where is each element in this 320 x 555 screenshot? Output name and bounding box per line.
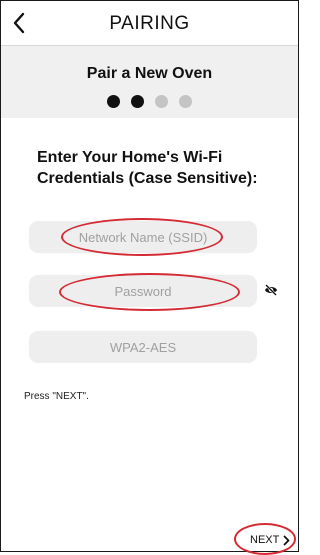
app-screen: PAIRING Pair a New Oven Enter Your Home'… — [0, 0, 299, 555]
step-title: Pair a New Oven — [86, 65, 213, 82]
page-title: PAIRING — [109, 13, 190, 34]
step-indicator — [1, 95, 298, 109]
progress-section: Pair a New Oven — [1, 46, 298, 118]
password-field[interactable] — [29, 275, 257, 307]
step-dot-upcoming — [179, 95, 192, 108]
ssid-input[interactable] — [29, 228, 257, 246]
hint-text: Press "NEXT". — [24, 391, 89, 402]
instructions-text: Enter Your Home's Wi-Fi Credentials (Cas… — [37, 149, 258, 187]
step-dot-current — [131, 95, 144, 108]
next-label: NEXT — [250, 534, 280, 546]
step-dot-complete — [107, 95, 120, 108]
eye-off-icon — [265, 284, 277, 296]
password-input[interactable] — [29, 282, 257, 300]
ssid-field[interactable] — [29, 221, 257, 253]
security-type-value: WPA2-AES — [109, 339, 177, 355]
app-header: PAIRING — [1, 1, 298, 46]
step-dot-upcoming — [155, 95, 168, 108]
next-button[interactable]: NEXT — [250, 532, 290, 548]
security-type-field[interactable]: WPA2-AES — [29, 331, 257, 363]
chevron-right-icon — [283, 535, 290, 545]
password-visibility-toggle[interactable] — [262, 281, 280, 299]
